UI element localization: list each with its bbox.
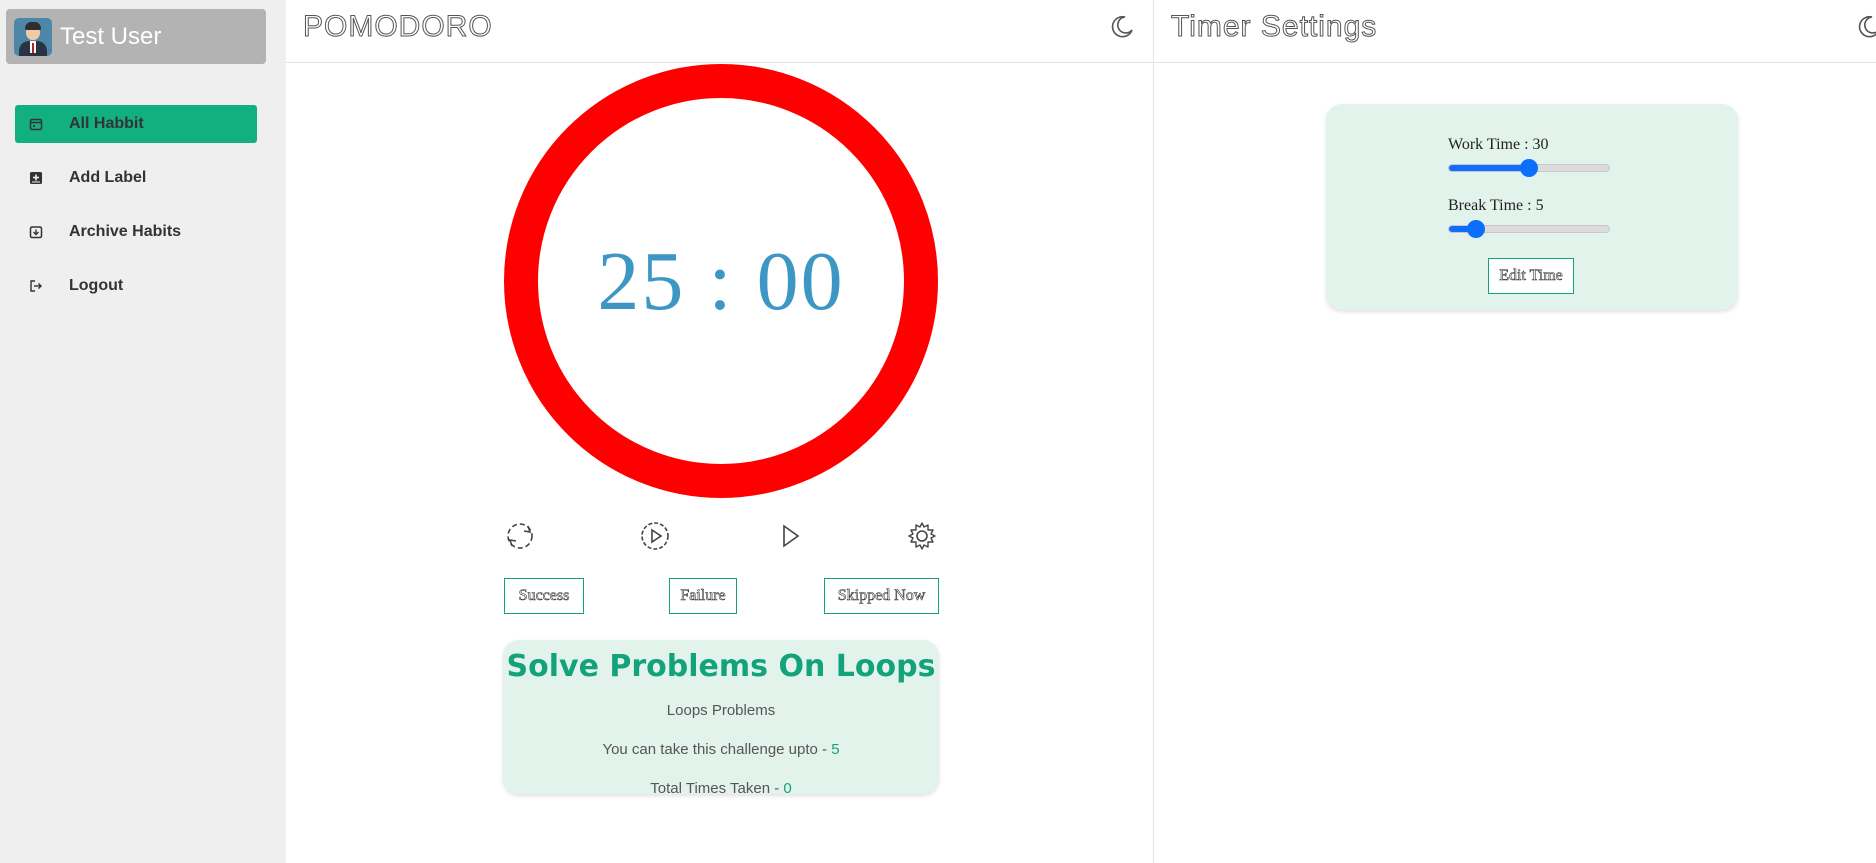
- moon-icon[interactable]: [1855, 12, 1876, 40]
- times-taken: Total Times Taken - 0: [503, 780, 939, 797]
- sidebar-item-all-habbit[interactable]: All Habbit: [15, 105, 257, 143]
- timer-controls: [504, 520, 938, 556]
- sidebar-nav: All Habbit Add Label Archive Habits Logo…: [15, 105, 257, 321]
- slider-thumb[interactable]: [1520, 159, 1538, 177]
- edit-time-button[interactable]: Edit Time: [1488, 258, 1574, 294]
- times-taken-label: Total Times Taken -: [650, 780, 784, 797]
- habit-title: Solve Problems On Loops: [506, 649, 936, 684]
- page-title: POMODORO: [303, 10, 493, 44]
- pomodoro-panel: POMODORO 25 : 00 Success Failure Skipped…: [286, 0, 1154, 863]
- settings-gear-icon[interactable]: [906, 520, 938, 552]
- settings-header: Timer Settings: [1155, 0, 1876, 63]
- user-name: Test User: [60, 22, 162, 50]
- times-taken-value: 0: [783, 780, 792, 797]
- habit-card: Solve Problems On Loops Loops Problems Y…: [503, 640, 939, 797]
- pomodoro-header: POMODORO: [286, 0, 1153, 63]
- logout-icon: [27, 277, 45, 295]
- slider-fill: [1449, 165, 1529, 171]
- slider-thumb[interactable]: [1466, 220, 1485, 238]
- sidebar-item-logout[interactable]: Logout: [15, 267, 257, 305]
- break-time-slider[interactable]: [1448, 220, 1610, 238]
- archive-icon: [27, 223, 45, 241]
- sidebar-item-label: Archive Habits: [69, 223, 182, 240]
- sidebar-item-label: Logout: [69, 277, 124, 294]
- challenge-limit-value: 5: [831, 741, 840, 758]
- moon-icon[interactable]: [1108, 12, 1136, 40]
- sidebar: Test User All Habbit Add Label Archive H…: [0, 0, 286, 863]
- habit-description: Loops Problems: [666, 702, 776, 719]
- reset-icon[interactable]: [504, 520, 536, 552]
- challenge-limit-label: You can take this challenge upto -: [602, 741, 832, 758]
- sidebar-item-label: All Habbit: [69, 115, 144, 132]
- timer-settings-panel: Timer Settings Work Time : 30 Break Time…: [1155, 0, 1876, 863]
- break-time-label: Break Time : 5: [1448, 197, 1544, 214]
- sidebar-item-label: Add Label: [69, 169, 147, 186]
- sidebar-item-archive-habits[interactable]: Archive Habits: [15, 213, 257, 251]
- settings-title: Timer Settings: [1170, 10, 1378, 44]
- work-time-slider[interactable]: [1448, 159, 1610, 177]
- skipped-now-button[interactable]: Skipped Now: [824, 578, 939, 614]
- play-circle-icon[interactable]: [639, 520, 671, 552]
- play-icon[interactable]: [774, 520, 806, 552]
- sidebar-item-add-label[interactable]: Add Label: [15, 159, 257, 197]
- result-buttons: Success Failure Skipped Now: [504, 578, 939, 614]
- failure-button[interactable]: Failure: [669, 578, 737, 614]
- avatar: [14, 17, 52, 56]
- calendar-icon: [27, 115, 45, 133]
- settings-card: Work Time : 30 Break Time : 5 Edit Time: [1326, 104, 1738, 310]
- timer-display: 25 : 00: [597, 234, 845, 328]
- timer-ring: 25 : 00: [504, 64, 938, 498]
- user-card[interactable]: Test User: [6, 9, 266, 64]
- work-time-label: Work Time : 30: [1448, 136, 1549, 153]
- success-button[interactable]: Success: [504, 578, 584, 614]
- add-box-icon: [27, 169, 45, 187]
- challenge-limit: You can take this challenge upto - 5: [503, 741, 939, 758]
